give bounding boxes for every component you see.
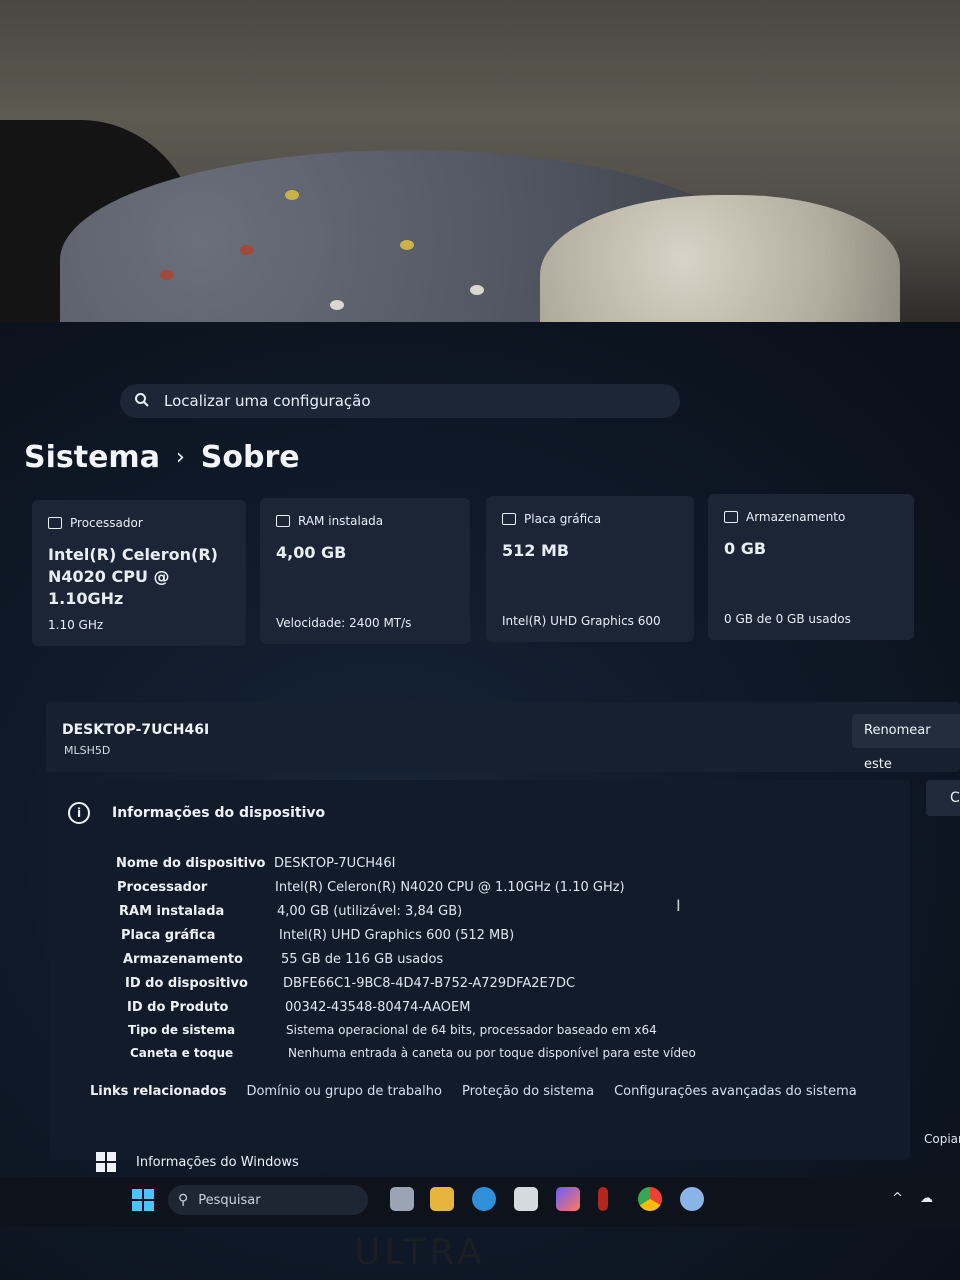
- settings-window: Localizar uma configuração Sistema › Sob…: [0, 322, 960, 1280]
- spec-value: 55 GB de 116 GB usados: [281, 952, 444, 967]
- copy-windows-info-button[interactable]: Copiar: [924, 1132, 960, 1146]
- windows-info-header[interactable]: Informações do Windows: [96, 1152, 299, 1172]
- spec-key: Processador: [117, 880, 208, 895]
- page-title: Sobre: [200, 440, 300, 475]
- pattern-dot: [330, 300, 344, 310]
- device-name: DESKTOP-7UCH46I: [62, 722, 210, 738]
- spec-key: ID do Produto: [127, 1000, 229, 1015]
- card-sub: Intel(R) UHD Graphics 600: [502, 614, 661, 628]
- card-value: 512 MB: [502, 541, 570, 560]
- card-title: Processador: [70, 516, 143, 530]
- storage-icon: [724, 511, 738, 523]
- network-icon[interactable]: ☁: [920, 1191, 933, 1206]
- card-sub: 0 GB de 0 GB usados: [724, 612, 851, 626]
- related-links-label: Links relacionados: [90, 1084, 227, 1099]
- link-domain[interactable]: Domínio ou grupo de trabalho: [246, 1084, 442, 1099]
- card-processor: Processador Intel(R) Celeron(R) N4020 CPU…: [32, 500, 246, 646]
- search-box[interactable]: Localizar uma configuração: [120, 384, 680, 418]
- taskbar: ⚲ Pesquisar ^ ☁: [0, 1177, 960, 1227]
- card-value-line2: N4020 CPU @ 1.10GHz: [48, 567, 170, 608]
- pattern-dot: [470, 285, 484, 295]
- windows-logo-icon: [96, 1152, 116, 1172]
- spec-key: Tipo de sistema: [128, 1023, 236, 1037]
- taskbar-search[interactable]: ⚲ Pesquisar: [168, 1185, 368, 1215]
- search-placeholder: Localizar uma configuração: [164, 392, 371, 410]
- spec-key: Placa gráfica: [121, 928, 216, 943]
- taskbar-search-label: Pesquisar: [198, 1192, 261, 1208]
- taskview-icon[interactable]: [390, 1187, 414, 1211]
- spec-value: Intel(R) UHD Graphics 600 (512 MB): [279, 928, 515, 943]
- device-info-panel: i Informações do dispositivo Nome do dis…: [50, 780, 910, 1160]
- start-button[interactable]: [132, 1189, 154, 1211]
- link-system-protection[interactable]: Proteção do sistema: [462, 1084, 594, 1099]
- spec-key: ID do dispositivo: [125, 976, 248, 991]
- copilot-icon[interactable]: [556, 1187, 580, 1211]
- spec-value: Intel(R) Celeron(R) N4020 CPU @ 1.10GHz …: [275, 880, 625, 895]
- rename-button[interactable]: Renomear este: [852, 714, 960, 772]
- card-title: Placa gráfica: [524, 512, 602, 526]
- info-icon: i: [68, 802, 90, 824]
- card-title: RAM instalada: [298, 514, 384, 528]
- card-gpu: Placa gráfica 512 MB Intel(R) UHD Graphi…: [486, 496, 694, 642]
- card-storage: Armazenamento 0 GB 0 GB de 0 GB usados: [708, 494, 914, 640]
- gpu-icon: [502, 513, 516, 525]
- card-sub: 1.10 GHz: [48, 618, 104, 632]
- device-name-panel: DESKTOP-7UCH46I MLSH5D Renomear este: [46, 702, 960, 772]
- spec-value: Sistema operacional de 64 bits, processa…: [286, 1023, 657, 1037]
- bezel-brand: ULTRA: [354, 1232, 486, 1273]
- breadcrumb: Sistema › Sobre: [24, 440, 300, 475]
- device-model: MLSH5D: [64, 744, 111, 757]
- card-ram: RAM instalada 4,00 GB Velocidade: 2400 M…: [260, 498, 470, 644]
- device-info-header[interactable]: i Informações do dispositivo: [68, 802, 325, 824]
- text-cursor-icon: I: [676, 896, 681, 915]
- photo-background: [0, 0, 960, 330]
- settings-gear-icon[interactable]: [680, 1187, 704, 1211]
- spec-value: Nenhuma entrada à caneta ou por toque di…: [288, 1046, 696, 1060]
- link-advanced-settings[interactable]: Configurações avançadas do sistema: [614, 1084, 857, 1099]
- card-title: Armazenamento: [746, 510, 846, 524]
- pattern-dot: [240, 245, 254, 255]
- related-links: Links relacionados Domínio ou grupo de t…: [90, 1084, 857, 1099]
- breadcrumb-parent[interactable]: Sistema: [24, 440, 160, 475]
- spec-value: DESKTOP-7UCH46I: [274, 856, 396, 871]
- spec-key: RAM instalada: [119, 904, 225, 919]
- chrome-icon[interactable]: [638, 1187, 662, 1211]
- file-explorer-icon[interactable]: [430, 1187, 454, 1211]
- edge-icon[interactable]: [472, 1187, 496, 1211]
- search-icon: ⚲: [178, 1192, 189, 1208]
- pattern-dot: [285, 190, 299, 200]
- ram-icon: [276, 515, 290, 527]
- card-value: Intel(R) Celeron(R): [48, 545, 218, 564]
- card-sub: Velocidade: 2400 MT/s: [276, 616, 412, 630]
- app-icon[interactable]: [598, 1187, 608, 1211]
- device-info-title: Informações do dispositivo: [112, 805, 326, 821]
- card-value: 4,00 GB: [276, 543, 347, 562]
- chevron-up-icon[interactable]: ^: [892, 1191, 903, 1206]
- spec-value: 00342-43548-80474-AAOEM: [285, 1000, 471, 1015]
- card-value: 0 GB: [724, 539, 767, 558]
- chevron-right-icon: ›: [175, 445, 185, 470]
- copy-button[interactable]: Co: [926, 780, 960, 816]
- spec-value: DBFE66C1-9BC8-4D47-B752-A729DFA2E7DC: [283, 976, 576, 991]
- windows-info-title: Informações do Windows: [136, 1154, 299, 1170]
- cpu-icon: [48, 517, 62, 529]
- search-icon: [134, 392, 152, 410]
- spec-key: Caneta e toque: [130, 1046, 234, 1060]
- spec-key: Nome do dispositivo: [116, 856, 266, 871]
- pattern-dot: [160, 270, 174, 280]
- pattern-dot: [400, 240, 414, 250]
- spec-key: Armazenamento: [123, 952, 243, 967]
- store-icon[interactable]: [514, 1187, 538, 1211]
- spec-value: 4,00 GB (utilizável: 3,84 GB): [277, 904, 463, 919]
